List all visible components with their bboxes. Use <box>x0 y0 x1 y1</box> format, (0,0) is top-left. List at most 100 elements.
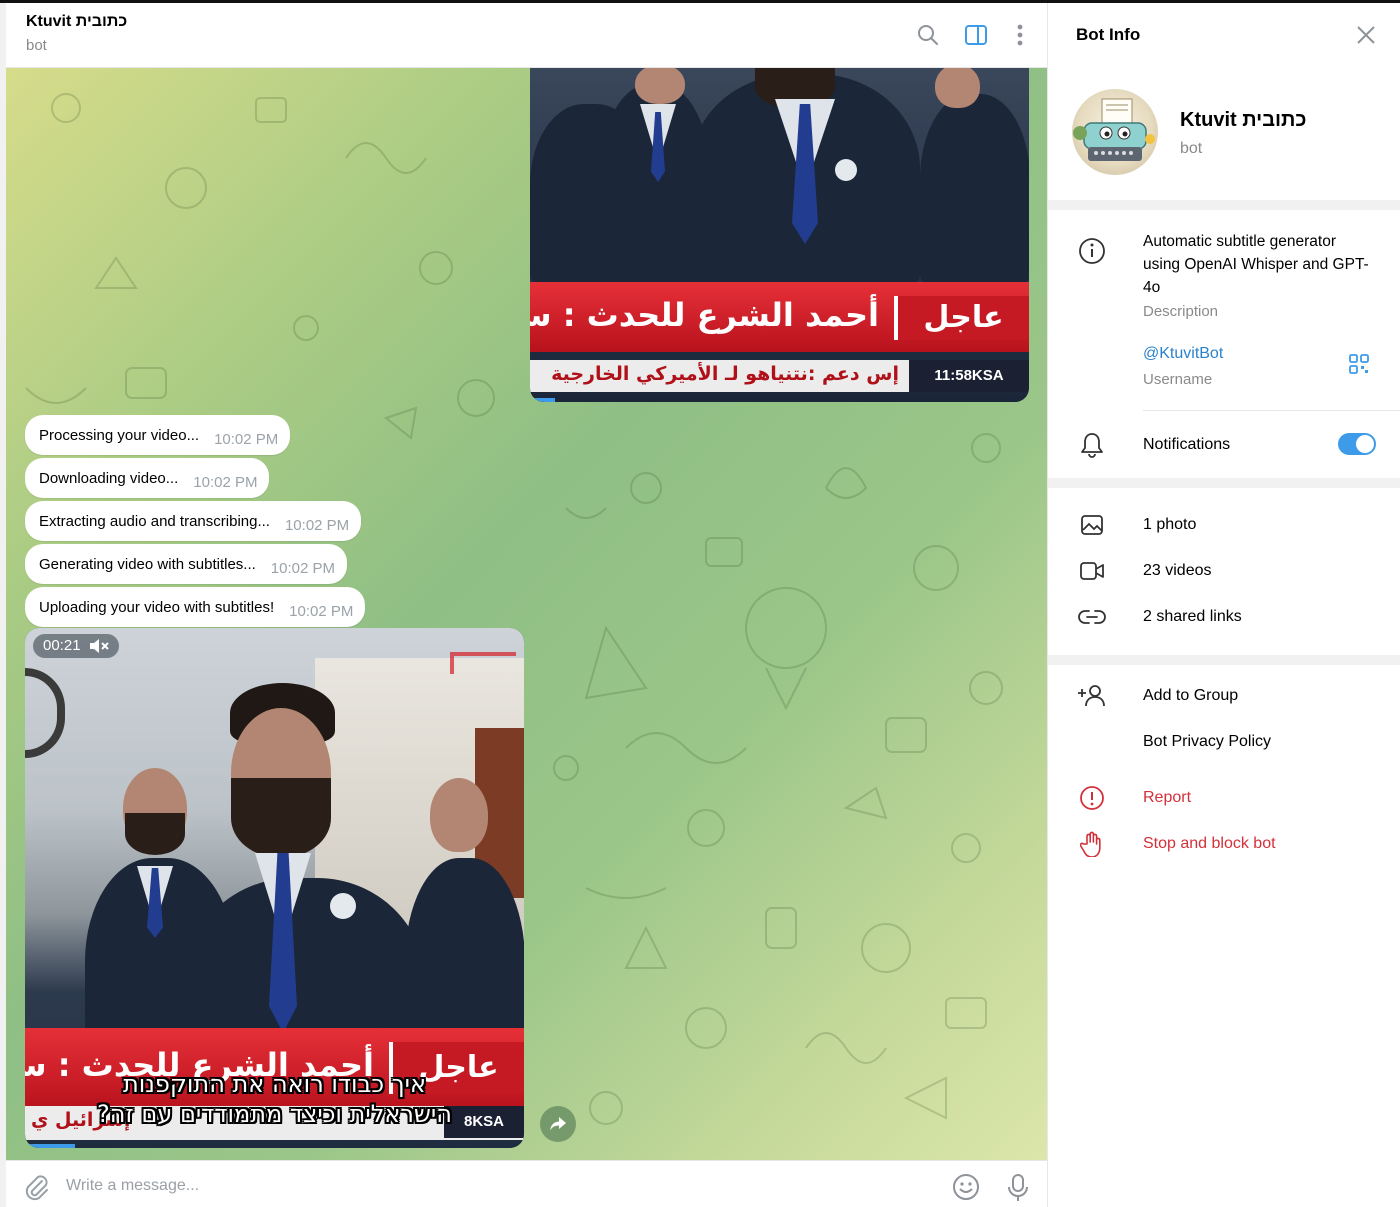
bell-icon <box>1081 433 1103 458</box>
link-icon <box>1078 610 1106 624</box>
message-text: Extracting audio and transcribing... <box>39 512 270 530</box>
bot-username[interactable]: @KtuvitBot <box>1143 345 1223 363</box>
paperclip-icon <box>25 1175 48 1201</box>
videos-count: 23 videos <box>1143 562 1212 579</box>
subtitle-line-1: איך כבודו רואה את התוקפנות <box>122 1070 427 1098</box>
typewriter-mascot-icon <box>1073 98 1155 161</box>
emoji-button[interactable] <box>952 1173 980 1201</box>
lapel-pin <box>835 159 857 181</box>
bot-description: Automatic subtitle generator using OpenA… <box>1143 233 1369 296</box>
search-icon <box>918 25 938 45</box>
video-icon-wrap <box>1076 555 1108 587</box>
video-duration: 00:21 <box>43 637 81 654</box>
channel-logo <box>450 652 516 674</box>
notifications-toggle[interactable] <box>1338 433 1376 455</box>
chat-background: أحمد الشرع للحدث : سوريا عاجل إس دعم :نت… <box>6 68 1047 1160</box>
message-bubble[interactable]: Extracting audio and transcribing... 10:… <box>25 501 362 541</box>
attach-button[interactable] <box>22 1173 50 1201</box>
add-to-group-label: Add to Group <box>1143 687 1239 704</box>
video-message-top[interactable]: أحمد الشرع للحدث : سوريا عاجل إس دعم :نت… <box>530 68 1029 402</box>
photo-icon <box>1081 515 1103 535</box>
toggle-knob <box>1356 435 1374 453</box>
message-text: Generating video with subtitles... <box>39 555 256 573</box>
forward-button[interactable] <box>540 1106 576 1142</box>
close-info-button[interactable] <box>1354 23 1378 47</box>
telegram-window: Ktuvit כתובית bot أحمد الشرع للحدث: عاج… <box>0 0 1400 1207</box>
bot-avatar[interactable] <box>1072 89 1158 175</box>
search-button[interactable] <box>914 21 942 49</box>
video-progress-bar[interactable] <box>25 1144 75 1148</box>
message-text: Downloading video... <box>39 469 179 487</box>
section-divider <box>1048 200 1400 210</box>
video-figure <box>920 94 1029 284</box>
message-time: 10:02 PM <box>284 516 350 534</box>
message-bubble[interactable]: Generating video with subtitles... 10:02… <box>25 544 348 584</box>
lapel-pin <box>330 893 356 919</box>
news-ticker: إس دعم :نتنياهو لـ الأميركي الخارجية 11:… <box>530 360 1029 392</box>
subtitle-line-2: הישראלית וכיצד מתמודדים עם זה? <box>97 1100 452 1128</box>
add-user-icon <box>1078 685 1105 707</box>
report-label: Report <box>1143 789 1192 806</box>
info-icon-wrap <box>1076 235 1108 267</box>
message-bubble[interactable]: Uploading your video with subtitles! 10:… <box>25 587 366 627</box>
video-figure <box>635 68 685 104</box>
sidebar-toggle-icon <box>965 25 987 45</box>
news-clock: 11:58KSA <box>909 360 1029 392</box>
chat-pane: Ktuvit כתובית bot أحمد الشرع للحدث: عاج… <box>0 3 1047 1207</box>
message-bubble[interactable]: Processing your video... 10:02 PM <box>25 415 291 455</box>
links-count: 2 shared links <box>1143 608 1242 625</box>
news-banner: أحمد الشرع للحدث : سوريا عاجل <box>530 282 1029 352</box>
voice-record-button[interactable] <box>1006 1173 1032 1203</box>
video-duration-badge[interactable]: 00:21 <box>33 634 119 658</box>
stop-block-label: Stop and block bot <box>1143 835 1276 852</box>
info-panel-title: Bot Info <box>1076 25 1141 44</box>
breaking-label: عاجل <box>894 296 1029 340</box>
report-icon-wrap <box>1076 782 1108 814</box>
photo-icon-wrap <box>1076 509 1108 541</box>
close-icon <box>1357 26 1375 44</box>
chat-header: Ktuvit כתובית bot <box>6 3 1047 68</box>
message-time: 10:02 PM <box>193 473 258 491</box>
message-text: Uploading your video with subtitles! <box>39 598 275 616</box>
hand-icon-wrap <box>1076 828 1108 860</box>
forward-icon <box>550 1117 566 1131</box>
news-ticker-text: إس دعم :نتنياهو لـ الأميركي الخارجية <box>551 363 899 385</box>
message-time: 10:02 PM <box>289 602 354 620</box>
description-caption: Description <box>1143 303 1219 320</box>
video-figure <box>430 778 488 852</box>
section-divider <box>1048 655 1400 665</box>
info-icon <box>1079 238 1105 264</box>
message-input[interactable] <box>66 1171 926 1201</box>
bot-subtitle: bot <box>1180 140 1203 157</box>
bell-icon-wrap <box>1076 429 1108 461</box>
link-icon-wrap <box>1076 601 1108 633</box>
chat-title[interactable]: Ktuvit כתובית <box>26 13 127 31</box>
video-message-main[interactable]: 00:21 أحمد الشرع للحدث : سوريا عاجل إسرا… <box>25 628 524 1148</box>
more-vertical-icon <box>1017 24 1023 46</box>
emoji-icon <box>953 1174 979 1200</box>
chat-subtitle: bot <box>26 37 47 54</box>
qr-code-button[interactable] <box>1348 353 1374 379</box>
message-composer <box>6 1160 1047 1207</box>
news-banner-text: أحمد الشرع للحدث : سوريا <box>530 296 879 334</box>
row-divider <box>1143 410 1400 411</box>
bot-info-panel: Bot Info Ktuvit כתובית bot Automatic sub… <box>1047 3 1400 1207</box>
photos-count: 1 photo <box>1143 516 1197 533</box>
message-bubble[interactable]: Downloading video... 10:02 PM <box>25 458 270 498</box>
muted-speaker-icon <box>89 639 109 653</box>
video-figure <box>935 68 980 108</box>
username-caption: Username <box>1143 371 1213 388</box>
video-figure <box>125 813 185 855</box>
section-divider <box>1048 478 1400 488</box>
message-text: Processing your video... <box>39 426 200 444</box>
more-menu-button[interactable] <box>1006 21 1034 49</box>
report-icon <box>1080 786 1104 810</box>
privacy-policy-label: Bot Privacy Policy <box>1143 733 1272 750</box>
microphone-icon <box>1008 1174 1028 1201</box>
video-progress-bar[interactable] <box>530 398 555 402</box>
add-user-icon-wrap <box>1076 680 1108 712</box>
video-figure <box>231 778 331 858</box>
qr-code-icon <box>1349 354 1369 374</box>
video-icon <box>1080 562 1104 580</box>
toggle-sidebar-button[interactable] <box>962 21 990 49</box>
